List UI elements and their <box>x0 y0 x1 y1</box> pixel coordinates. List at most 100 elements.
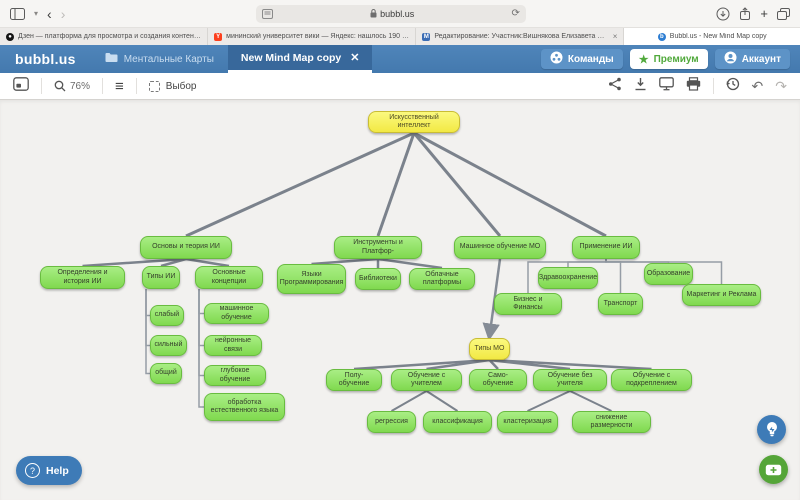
mindmap-node-biblioteki[interactable]: Библиотеки <box>355 268 401 290</box>
account-label: Аккаунт <box>742 54 781 65</box>
print-icon[interactable] <box>686 77 701 96</box>
header-buttons: Команды ★ Премиум Аккаунт <box>541 45 800 73</box>
magnifier-icon <box>54 80 66 92</box>
new-tab-icon[interactable]: + <box>760 7 768 20</box>
sidebar-chevron-icon[interactable]: ▾ <box>34 9 38 18</box>
redo-icon[interactable]: ↷ <box>775 79 787 93</box>
zoom-control[interactable]: 76% <box>54 80 90 92</box>
select-tool[interactable]: Выбор <box>149 81 197 92</box>
fit-screen-icon[interactable] <box>13 77 29 96</box>
mindmap-node-silnyj[interactable]: сильный <box>150 335 187 356</box>
mindmap-node-zdravo[interactable]: Здравоохранение <box>538 267 598 289</box>
mindmap-node-tipy_mo[interactable]: Типы МО <box>469 338 510 360</box>
document-tab[interactable]: New Mind Map copy ✕ <box>228 45 373 73</box>
downloads-icon[interactable] <box>716 7 730 21</box>
browser-tab-yandex[interactable]: Y мининский университет вики — Яндекс: н… <box>208 28 416 45</box>
mindmap-node-opredeleniya[interactable]: Определения и история ИИ <box>40 266 125 289</box>
help-button[interactable]: ? Help <box>16 456 82 485</box>
menu-icon[interactable]: ≡ <box>115 79 124 94</box>
edge-osnovy-koncepcii <box>186 259 229 266</box>
edge-root-primenenie <box>414 133 606 236</box>
mindmap-node-regressiya[interactable]: регрессия <box>367 411 416 433</box>
mindmap-node-podkrep[interactable]: Обучение с подкреплением <box>611 369 692 391</box>
star-icon: ★ <box>639 53 649 66</box>
forward-button[interactable]: › <box>61 7 66 21</box>
mindmap-node-obrazovanie[interactable]: Образование <box>644 263 693 285</box>
history-icon[interactable] <box>726 77 740 96</box>
mindmap-node-mo[interactable]: Машинное обучение МО <box>454 236 546 259</box>
share-map-icon[interactable] <box>608 77 622 96</box>
edge-s_uchitelem-klassif <box>427 391 458 411</box>
browser-toolbar: ▾ ‹ › bubbl.us ⟳ + <box>0 0 800 28</box>
present-icon[interactable] <box>659 77 674 96</box>
document-close-icon[interactable]: ✕ <box>350 51 359 64</box>
mindmap-node-klassif[interactable]: классификация <box>423 411 492 433</box>
bubbl-favicon: b <box>658 33 666 41</box>
mindmap-node-mash_obuch[interactable]: машинное обучение <box>204 303 269 324</box>
premium-button[interactable]: ★ Премиум <box>630 49 708 69</box>
mindmap-node-klaster[interactable]: кластеризация <box>497 411 558 433</box>
dzen-favicon: ● <box>6 33 14 41</box>
mindmap-node-slabyj[interactable]: слабый <box>150 305 184 326</box>
undo-icon[interactable]: ↶ <box>752 79 764 93</box>
browser-tab-dzen[interactable]: ● Дзен — платформа для просмотра и созда… <box>0 28 208 45</box>
mindmap-node-koncepcii[interactable]: Основные концепции <box>195 266 263 289</box>
lightbulb-icon <box>765 421 779 438</box>
url-text: bubbl.us <box>380 9 414 19</box>
download-icon[interactable] <box>634 77 647 96</box>
tab-close-icon[interactable]: × <box>613 32 618 41</box>
teams-button[interactable]: Команды <box>541 49 623 69</box>
lock-icon <box>370 9 377 18</box>
mindmap-canvas[interactable]: ? Help Искусственный интеллект Основы и т… <box>0 100 800 500</box>
app-logo[interactable]: bubbl.us <box>0 45 91 73</box>
premium-label: Премиум <box>654 54 699 65</box>
mind-maps-label: Ментальные Карты <box>124 54 214 65</box>
mindmap-node-transport[interactable]: Транспорт <box>598 293 643 315</box>
sidebar-toggle-icon[interactable] <box>10 8 25 20</box>
share-icon[interactable] <box>739 7 751 21</box>
mindmap-node-biznes[interactable]: Бизнес и Финансы <box>494 293 562 315</box>
mindmap-node-polu[interactable]: Полу-обучение <box>326 369 382 391</box>
mind-maps-nav[interactable]: Ментальные Карты <box>91 45 228 73</box>
mindmap-node-instrumenty[interactable]: Инструменты и Платфор- <box>334 236 422 259</box>
tab-label: Редактирование: Участник:Вишнякова Елиза… <box>434 33 606 40</box>
edge-bez_uch-snizhenie <box>570 391 612 411</box>
mindmap-node-glubokoe[interactable]: глубокое обучение <box>204 365 266 386</box>
mindmap-node-bez_uch[interactable]: Обучение без учителя <box>533 369 607 391</box>
mindmap-node-primenenie[interactable]: Применение ИИ <box>572 236 640 259</box>
mindmap-node-obshchij[interactable]: общий <box>150 363 182 384</box>
refresh-icon[interactable]: ⟳ <box>512 8 520 19</box>
account-button[interactable]: Аккаунт <box>715 49 790 69</box>
mindmap-node-root[interactable]: Искусственный интеллект <box>368 111 460 133</box>
mindmap-node-nejronnye[interactable]: нейронные связи <box>204 335 262 356</box>
browser-tab-mediawiki[interactable]: M Редактирование: Участник:Вишнякова Ели… <box>416 28 624 45</box>
tab-overview-icon[interactable] <box>777 8 790 20</box>
edge-tipy_ii-obshchij <box>146 289 150 374</box>
divider <box>713 78 714 94</box>
plus-node-icon <box>765 464 782 476</box>
teams-icon <box>550 51 563 67</box>
mindmap-node-samo[interactable]: Само-обучение <box>469 369 527 391</box>
app-header: bubbl.us Ментальные Карты New Mind Map c… <box>0 45 800 73</box>
mindmap-node-osnovy[interactable]: Основы и теория ИИ <box>140 236 232 259</box>
mindmap-node-yazyki[interactable]: Языки Программирования <box>277 264 346 294</box>
selection-box-icon <box>149 81 160 92</box>
add-node-button[interactable] <box>759 455 788 484</box>
mindmap-node-marketing[interactable]: Маркетинг и Реклама <box>682 284 761 306</box>
edge-root-osnovy <box>186 133 414 236</box>
edge-instrumenty-oblachnye <box>378 259 442 268</box>
divider <box>41 78 42 94</box>
address-bar[interactable]: bubbl.us ⟳ <box>256 5 526 23</box>
back-button[interactable]: ‹ <box>47 7 52 21</box>
mindmap-node-obrabotka[interactable]: обработка естественного языка <box>204 393 285 421</box>
reader-icon[interactable] <box>262 9 273 19</box>
mindmap-node-oblachnye[interactable]: Облачные платформы <box>409 268 475 290</box>
tips-button[interactable] <box>757 415 786 444</box>
mindmap-node-tipy_ii[interactable]: Типы ИИ <box>142 266 180 289</box>
edge-tipy_mo-polu <box>354 360 490 369</box>
browser-tab-bubbl[interactable]: b Bubbl.us - New Mind Map copy <box>624 28 800 45</box>
mindmap-edges <box>0 100 800 500</box>
edge-bez_uch-klaster <box>528 391 571 411</box>
mindmap-node-s_uchitelem[interactable]: Обучение с учителем <box>391 369 462 391</box>
mindmap-node-snizhenie[interactable]: снижение размерности <box>572 411 651 433</box>
